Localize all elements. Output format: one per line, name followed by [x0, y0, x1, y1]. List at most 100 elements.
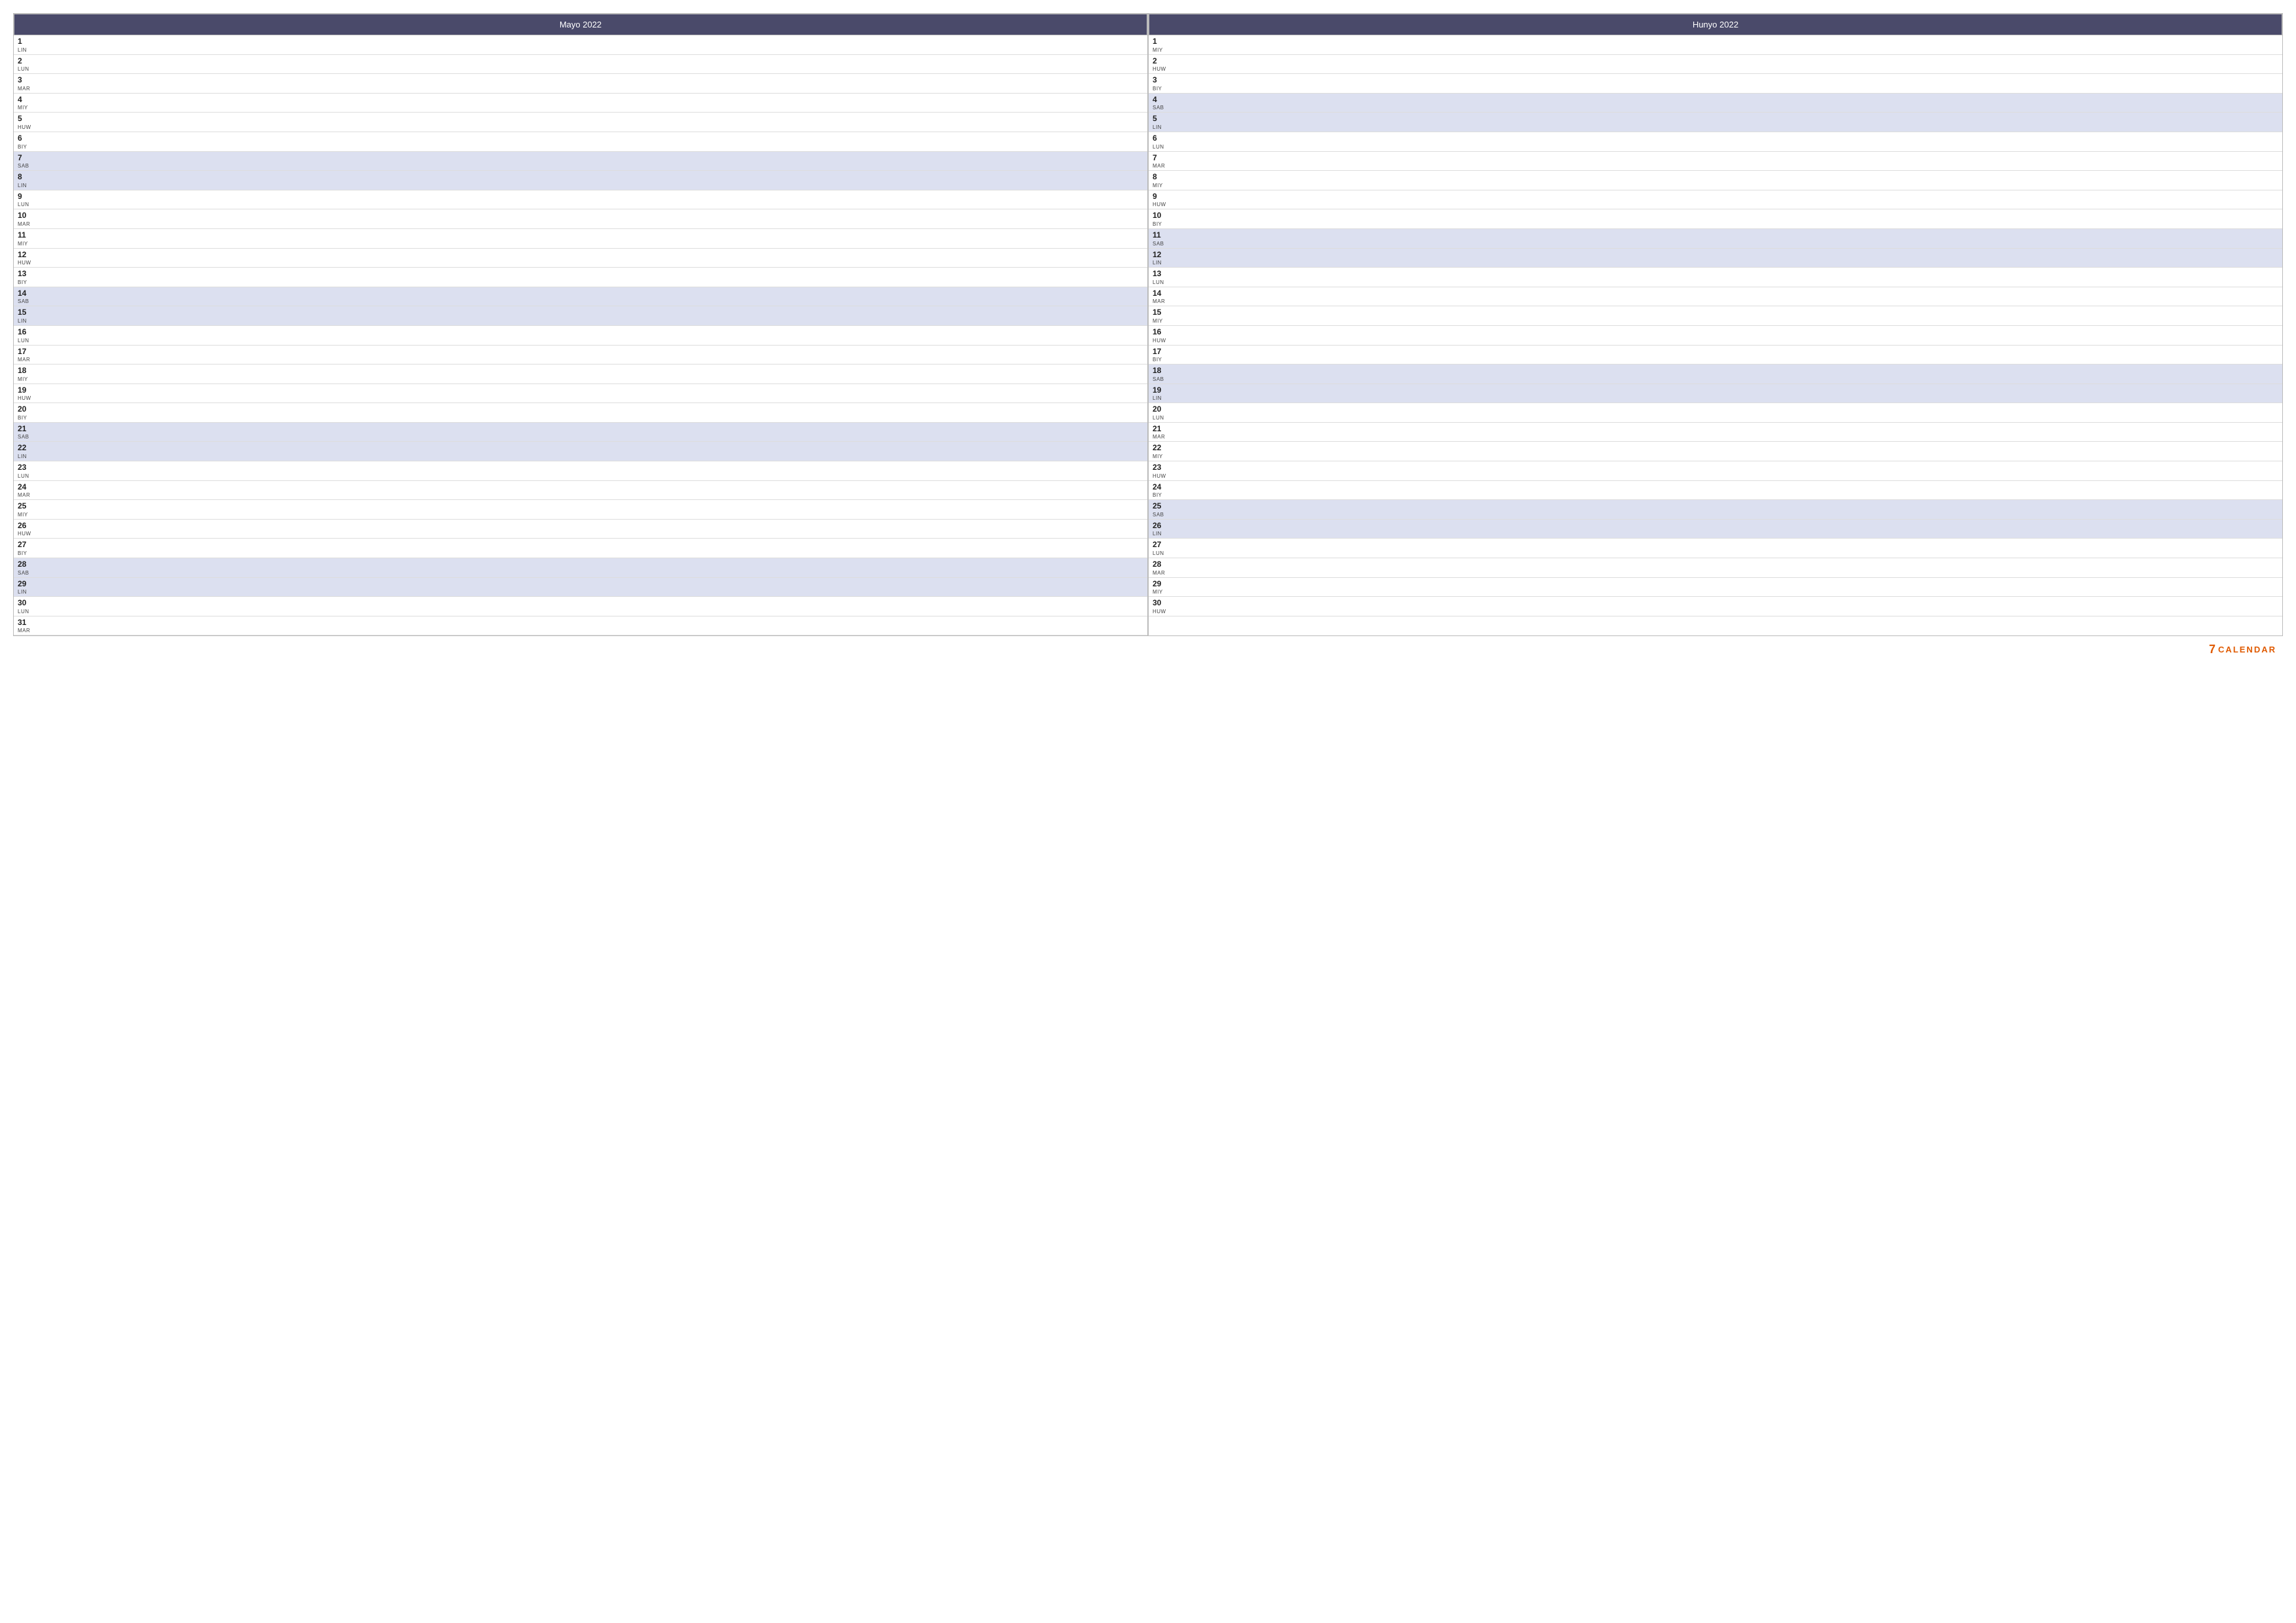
- day-number: 16: [1153, 327, 2278, 338]
- day-label: MIY: [1153, 47, 2278, 53]
- day-number: 30: [18, 598, 1143, 609]
- day-entry: 19LIN: [1149, 384, 2282, 404]
- day-number: 7: [1153, 153, 2278, 164]
- day-label: LIN: [18, 47, 1143, 53]
- day-label: BIY: [18, 279, 1143, 285]
- day-number: 21: [1153, 424, 2278, 435]
- day-label: LIN: [1153, 260, 2278, 266]
- day-label: LIN: [1153, 124, 2278, 130]
- day-entry: 10BIY: [1149, 209, 2282, 229]
- day-label: LUN: [1153, 279, 2278, 285]
- footer: 7 CALENDAR: [13, 639, 2283, 660]
- day-label: MIY: [1153, 454, 2278, 459]
- day-number: 4: [1153, 95, 2278, 105]
- day-entry: 29MIY: [1149, 578, 2282, 597]
- day-number: 20: [18, 404, 1143, 415]
- day-entry: 5LIN: [1149, 113, 2282, 132]
- day-entry: 30HUW: [1149, 597, 2282, 616]
- day-label: BIY: [1153, 492, 2278, 498]
- day-number: 25: [18, 501, 1143, 512]
- day-entry: 18SAB: [1149, 365, 2282, 384]
- day-entry: 26HUW: [14, 520, 1147, 539]
- day-number: 28: [18, 560, 1143, 570]
- day-entry: 9LUN: [14, 190, 1147, 210]
- day-number: 3: [1153, 75, 2278, 86]
- day-entry: 21MAR: [1149, 423, 2282, 442]
- day-number: 15: [18, 308, 1143, 318]
- day-entry: 25MIY: [14, 500, 1147, 520]
- day-label: HUW: [1153, 338, 2278, 344]
- day-label: MIY: [18, 376, 1143, 382]
- footer-icon: 7: [2209, 643, 2215, 656]
- day-entry: 25SAB: [1149, 500, 2282, 520]
- day-number: 9: [1153, 192, 2278, 202]
- day-number: 14: [18, 289, 1143, 299]
- day-label: HUW: [18, 260, 1143, 266]
- day-entry: 24BIY: [1149, 481, 2282, 501]
- day-number: 26: [1153, 521, 2278, 531]
- day-label: HUW: [1153, 609, 2278, 615]
- day-entry: 26LIN: [1149, 520, 2282, 539]
- day-number: 9: [18, 192, 1143, 202]
- day-entry: 27BIY: [14, 539, 1147, 558]
- day-label: HUW: [1153, 202, 2278, 207]
- day-number: 22: [1153, 443, 2278, 454]
- day-number: 13: [1153, 269, 2278, 279]
- day-label: LUN: [1153, 144, 2278, 150]
- day-entry: 17BIY: [1149, 346, 2282, 365]
- day-entry: 17MAR: [14, 346, 1147, 365]
- day-entry: 8LIN: [14, 171, 1147, 190]
- day-label: HUW: [1153, 66, 2278, 72]
- day-number: 10: [1153, 211, 2278, 221]
- day-number: 13: [18, 269, 1143, 279]
- day-number: 4: [18, 95, 1143, 105]
- day-entry: 14MAR: [1149, 287, 2282, 307]
- day-entry: 28SAB: [14, 558, 1147, 578]
- day-number: 19: [18, 385, 1143, 396]
- day-number: 29: [18, 579, 1143, 590]
- day-number: 28: [1153, 560, 2278, 570]
- day-entry: 2LUN: [14, 55, 1147, 75]
- mayo-days: 1LIN2LUN3MAR4MIY5HUW6BIY7SAB8LIN9LUN10MA…: [14, 35, 1147, 635]
- day-number: 17: [1153, 347, 2278, 357]
- hunyo-days: 1MIY2HUW3BIY4SAB5LIN6LUN7MAR8MIY9HUW10BI…: [1149, 35, 2282, 616]
- day-entry: 3MAR: [14, 74, 1147, 94]
- day-label: BIY: [1153, 221, 2278, 227]
- day-label: LUN: [1153, 415, 2278, 421]
- day-number: 10: [18, 211, 1143, 221]
- day-label: SAB: [1153, 241, 2278, 247]
- day-number: 5: [18, 114, 1143, 124]
- day-entry: 13LUN: [1149, 268, 2282, 287]
- day-entry: 11MIY: [14, 229, 1147, 249]
- day-label: BIY: [1153, 357, 2278, 363]
- day-label: MIY: [18, 241, 1143, 247]
- day-label: BIY: [18, 144, 1143, 150]
- day-entry: 10MAR: [14, 209, 1147, 229]
- day-number: 20: [1153, 404, 2278, 415]
- day-label: HUW: [18, 124, 1143, 130]
- day-label: SAB: [1153, 376, 2278, 382]
- day-label: BIY: [1153, 86, 2278, 92]
- day-number: 18: [1153, 366, 2278, 376]
- day-entry: 3BIY: [1149, 74, 2282, 94]
- day-label: SAB: [1153, 512, 2278, 518]
- day-entry: 14SAB: [14, 287, 1147, 307]
- day-entry: 5HUW: [14, 113, 1147, 132]
- day-label: SAB: [1153, 105, 2278, 111]
- day-entry: 1MIY: [1149, 35, 2282, 55]
- day-label: SAB: [18, 434, 1143, 440]
- day-entry: 7SAB: [14, 152, 1147, 171]
- day-label: MIY: [18, 105, 1143, 111]
- day-label: SAB: [18, 163, 1143, 169]
- day-label: MAR: [18, 628, 1143, 633]
- day-entry: 4MIY: [14, 94, 1147, 113]
- day-entry: 24MAR: [14, 481, 1147, 501]
- day-label: MIY: [1153, 589, 2278, 595]
- day-label: MAR: [18, 86, 1143, 92]
- hunyo-header: Hunyo 2022: [1149, 14, 2282, 35]
- day-entry: 1LIN: [14, 35, 1147, 55]
- day-number: 6: [1153, 134, 2278, 144]
- day-label: LIN: [18, 183, 1143, 188]
- day-entry: 20BIY: [14, 403, 1147, 423]
- day-entry: 31MAR: [14, 616, 1147, 636]
